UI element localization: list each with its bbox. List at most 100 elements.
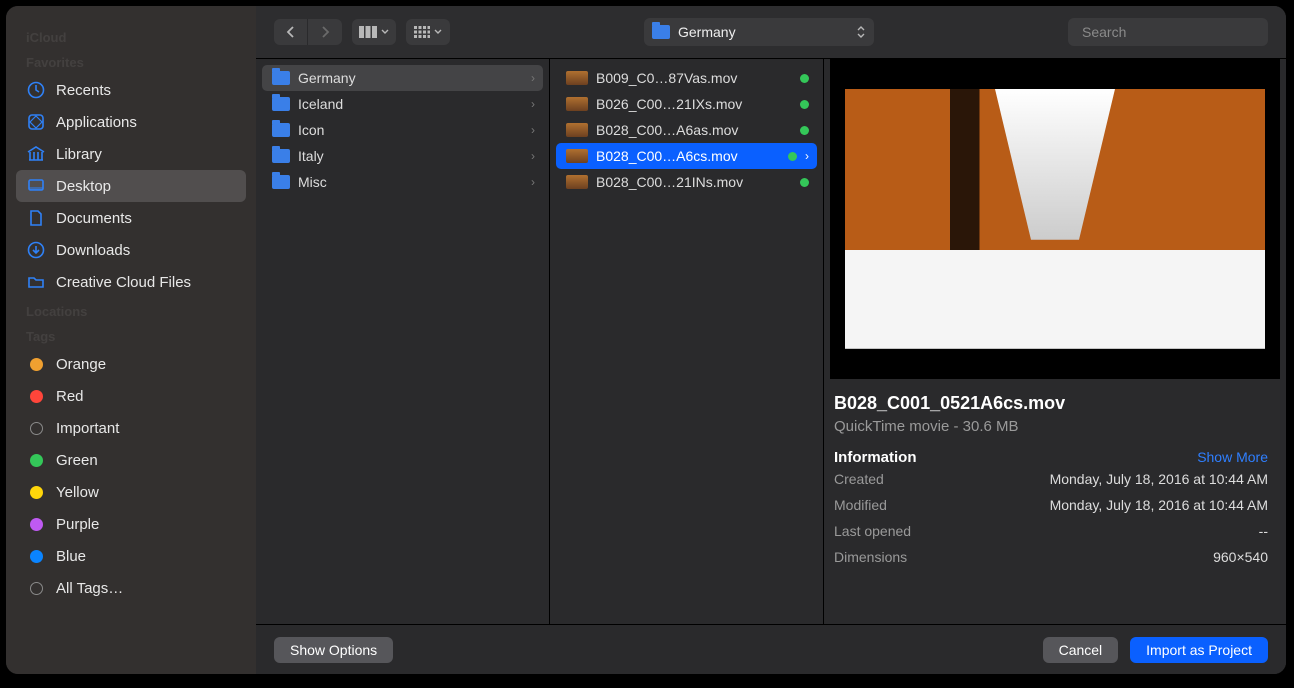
tag-dot-icon — [26, 354, 46, 374]
preview-image-container — [830, 59, 1280, 379]
preview-subtitle: QuickTime movie - 30.6 MB — [834, 418, 1268, 435]
info-value: Monday, July 18, 2016 at 10:44 AM — [1050, 471, 1268, 487]
file-row[interactable]: B028_C00…A6as.mov — [556, 117, 817, 143]
clock-icon — [26, 80, 46, 100]
chevron-down-icon — [434, 29, 442, 35]
file-thumbnail-icon — [566, 71, 588, 85]
folder-row[interactable]: Italy › — [262, 143, 543, 169]
sidebar-item-documents[interactable]: Documents — [16, 202, 246, 234]
tag-dot-icon — [26, 482, 46, 502]
sidebar-item-downloads[interactable]: Downloads — [16, 234, 246, 266]
columns-icon — [359, 26, 377, 38]
sidebar-heading: iCloud — [16, 24, 246, 49]
download-icon — [26, 240, 46, 260]
folder-row[interactable]: Iceland › — [262, 91, 543, 117]
folder-label: Misc — [298, 174, 523, 190]
file-thumbnail-icon — [566, 149, 588, 163]
sidebar-item-library[interactable]: Library — [16, 138, 246, 170]
tag-dot-icon — [26, 546, 46, 566]
folder-icon — [272, 149, 290, 163]
sidebar-item-label: Important — [56, 420, 119, 437]
forward-button[interactable] — [308, 19, 342, 45]
folder-label: Italy — [298, 148, 523, 164]
chevron-right-icon: › — [531, 71, 535, 85]
sidebar-item-label: Applications — [56, 114, 137, 131]
folder-column: Germany › Iceland › Icon › Italy › Misc … — [256, 59, 550, 624]
show-options-button[interactable]: Show Options — [274, 637, 393, 663]
tag-green[interactable]: Green — [16, 444, 246, 476]
tag-red[interactable]: Red — [16, 380, 246, 412]
sidebar-item-label: Yellow — [56, 484, 99, 501]
library-icon — [26, 144, 46, 164]
info-key: Last opened — [834, 523, 911, 539]
chevron-down-icon — [381, 29, 389, 35]
search-field[interactable] — [1068, 18, 1268, 46]
chevron-right-icon — [320, 25, 330, 39]
file-row[interactable]: B026_C00…21IXs.mov — [556, 91, 817, 117]
sidebar-item-creative-cloud-files[interactable]: Creative Cloud Files — [16, 266, 246, 298]
tag-indicator-icon — [788, 152, 797, 161]
show-more-link[interactable]: Show More — [1197, 449, 1268, 465]
tag-dot-icon — [26, 514, 46, 534]
view-grid-button[interactable] — [406, 19, 450, 45]
tag-all[interactable]: All Tags… — [16, 572, 246, 604]
tag-blue[interactable]: Blue — [16, 540, 246, 572]
preview-filename: B028_C001_0521A6cs.mov — [834, 393, 1268, 414]
tag-dot-icon — [26, 450, 46, 470]
file-label: B028_C00…A6as.mov — [596, 122, 792, 138]
file-label: B026_C00…21IXs.mov — [596, 96, 792, 112]
sidebar-item-recents[interactable]: Recents — [16, 74, 246, 106]
tag-important[interactable]: Important — [16, 412, 246, 444]
folder-row[interactable]: Misc › — [262, 169, 543, 195]
folder-label: Iceland — [298, 96, 523, 112]
nav-back-forward — [274, 19, 342, 45]
sidebar-item-label: Desktop — [56, 178, 111, 195]
file-thumbnail-icon — [566, 175, 588, 189]
tag-dot-icon — [26, 578, 46, 598]
view-columns-control — [352, 19, 396, 45]
folder-row[interactable]: Germany › — [262, 65, 543, 91]
sidebar-item-applications[interactable]: Applications — [16, 106, 246, 138]
tag-indicator-icon — [800, 126, 809, 135]
file-label: B009_C0…87Vas.mov — [596, 70, 792, 86]
folder-icon — [272, 97, 290, 111]
file-browser: Germany › Iceland › Icon › Italy › Misc … — [256, 58, 1286, 624]
location-popup[interactable]: Germany — [644, 18, 874, 46]
tag-orange[interactable]: Orange — [16, 348, 246, 380]
tag-yellow[interactable]: Yellow — [16, 476, 246, 508]
file-row[interactable]: B028_C00…A6cs.mov › — [556, 143, 817, 169]
file-row[interactable]: B009_C0…87Vas.mov — [556, 65, 817, 91]
location-label: Germany — [678, 24, 736, 40]
preview-image — [845, 89, 1265, 349]
folder-icon — [272, 175, 290, 189]
sidebar-item-label: Purple — [56, 516, 99, 533]
cancel-button[interactable]: Cancel — [1043, 637, 1119, 663]
sidebar-item-desktop[interactable]: Desktop — [16, 170, 246, 202]
info-key: Created — [834, 471, 884, 487]
sidebar-item-label: Blue — [56, 548, 86, 565]
tag-purple[interactable]: Purple — [16, 508, 246, 540]
back-button[interactable] — [274, 19, 308, 45]
sidebar-item-label: Orange — [56, 356, 106, 373]
info-value: Monday, July 18, 2016 at 10:44 AM — [1050, 497, 1268, 513]
footer: Show Options Cancel Import as Project — [256, 624, 1286, 674]
doc-icon — [26, 208, 46, 228]
sidebar-item-label: Red — [56, 388, 84, 405]
file-label: B028_C00…A6cs.mov — [596, 148, 780, 164]
file-thumbnail-icon — [566, 123, 588, 137]
info-key: Modified — [834, 497, 887, 513]
chevron-right-icon: › — [531, 97, 535, 111]
folder-icon — [26, 272, 46, 292]
tag-indicator-icon — [800, 178, 809, 187]
file-row[interactable]: B028_C00…21INs.mov — [556, 169, 817, 195]
import-button[interactable]: Import as Project — [1130, 637, 1268, 663]
sidebar-item-label: Green — [56, 452, 98, 469]
search-input[interactable] — [1082, 24, 1263, 40]
view-columns-button[interactable] — [352, 19, 396, 45]
sidebar-heading: Tags — [16, 323, 246, 348]
sidebar-heading: Favorites — [16, 49, 246, 74]
tag-dot-icon — [26, 418, 46, 438]
folder-row[interactable]: Icon › — [262, 117, 543, 143]
sidebar: iCloudFavoritesRecents Applications Librar… — [6, 6, 256, 674]
sidebar-heading: Locations — [16, 298, 246, 323]
